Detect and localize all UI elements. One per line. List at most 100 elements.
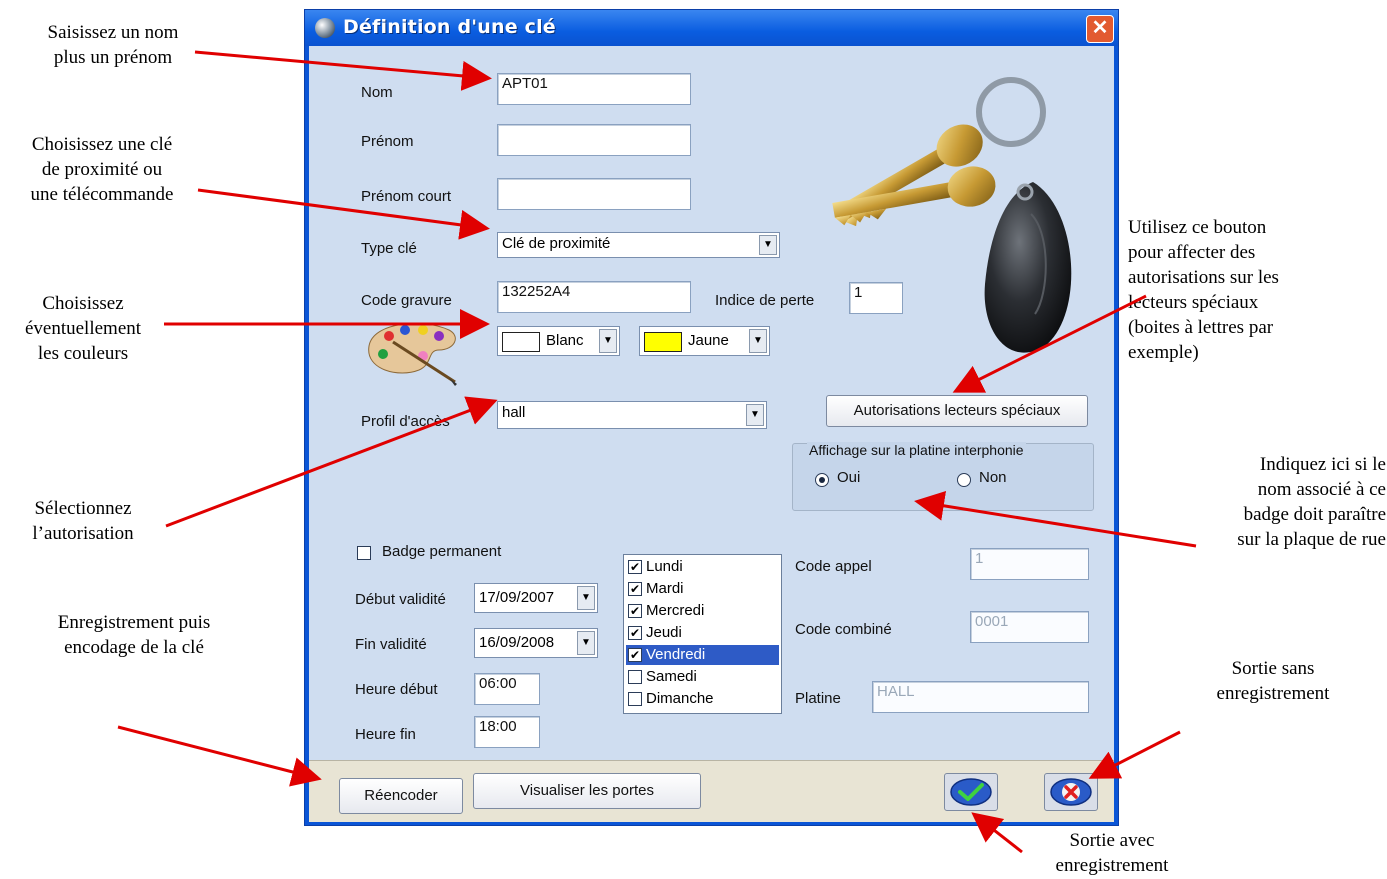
annotation-line: Enregistrement puis [57, 612, 211, 633]
list-item[interactable]: Dimanche [626, 689, 779, 709]
label-nom: Nom [361, 84, 393, 101]
annotation-line: nom associé à ce [1257, 479, 1386, 500]
list-item[interactable]: ✔ Mercredi [626, 601, 779, 621]
label-heure-debut: Heure début [355, 681, 438, 698]
prenom-input[interactable] [497, 124, 691, 156]
annotation-line: une télécommande [30, 184, 174, 205]
window-title: Définition d'une clé [343, 16, 556, 38]
label-heure-fin: Heure fin [355, 726, 416, 743]
arrow-enregistrement [117, 725, 322, 787]
badge-permanent-label[interactable]: Badge permanent [382, 543, 501, 560]
code-combine-input[interactable]: 0001 [970, 611, 1089, 643]
annotation-line: Choisissez [42, 293, 124, 314]
ok-button[interactable] [944, 773, 998, 811]
indice-perte-input[interactable]: 1 [849, 282, 903, 314]
day-checkbox[interactable]: ✔ [628, 626, 642, 640]
label-code-appel: Code appel [795, 558, 872, 575]
debut-validite-value: 17/09/2007 [479, 589, 555, 606]
chevron-down-icon[interactable]: ▼ [577, 586, 595, 610]
chevron-down-icon[interactable]: ▼ [599, 329, 617, 353]
annotation-line: Sortie sans [1231, 658, 1315, 679]
day-checkbox[interactable] [628, 670, 642, 684]
code-gravure-input[interactable]: 132252A4 [497, 281, 691, 313]
label-indice-perte: Indice de perte [715, 292, 815, 309]
chevron-down-icon[interactable]: ▼ [749, 329, 767, 353]
affichage-platine-group: Affichage sur la platine interphonie Oui… [792, 442, 1094, 511]
platine-input[interactable]: HALL [872, 681, 1089, 713]
day-label: Mercredi [646, 602, 705, 619]
heure-fin-input[interactable]: 18:00 [474, 716, 540, 748]
day-label: Dimanche [646, 690, 714, 707]
label-profil-acces: Profil d'accès [361, 413, 450, 430]
nom-input[interactable]: APT01 [497, 73, 691, 105]
annotation-line: l’autorisation [32, 523, 134, 544]
bottom-toolbar: Réencoder Visualiser les portes [309, 760, 1114, 822]
day-checkbox[interactable]: ✔ [628, 560, 642, 574]
annotation-line: lecteurs spéciaux [1128, 292, 1259, 313]
label-prenom-court: Prénom court [361, 188, 452, 205]
day-label: Mardi [646, 580, 684, 597]
radio-non[interactable] [957, 473, 971, 487]
label-code-combine: Code combiné [795, 621, 892, 638]
annotation-line: encodage de la clé [64, 637, 204, 658]
list-item[interactable]: ✔ Lundi [626, 557, 779, 577]
couleur2-value: Jaune [688, 332, 729, 349]
debut-validite-picker[interactable]: 17/09/2007 ▼ [474, 583, 598, 613]
check-icon [950, 778, 992, 806]
day-checkbox[interactable]: ✔ [628, 604, 642, 618]
cancel-icon [1050, 778, 1092, 806]
fin-validite-picker[interactable]: 16/09/2008 ▼ [474, 628, 598, 658]
annotation-sortie-avec: Sortie avec enregistrement [1020, 828, 1204, 878]
day-label: Lundi [646, 558, 683, 575]
chevron-down-icon[interactable]: ▼ [746, 404, 764, 426]
annotation-line: plus un prénom [53, 47, 173, 68]
days-checklist[interactable]: ✔ Lundi ✔ Mardi ✔ Mercredi ✔ Jeudi ✔ Ven… [623, 554, 782, 714]
annotation-line: enregistrement [1055, 855, 1169, 876]
annotation-bouton-speciaux: Utilisez ce bouton pour affecter des aut… [1128, 215, 1386, 365]
label-prenom: Prénom [361, 133, 414, 150]
radio-oui-label[interactable]: Oui [837, 469, 860, 486]
color-swatch [502, 332, 540, 352]
type-cle-select[interactable]: Clé de proximité ▼ [497, 232, 780, 258]
close-button[interactable]: ✕ [1086, 15, 1114, 43]
annotation-line: Sélectionnez [34, 498, 132, 519]
day-label: Jeudi [646, 624, 682, 641]
heure-debut-input[interactable]: 06:00 [474, 673, 540, 705]
affichage-group-title: Affichage sur la platine interphonie [807, 442, 1026, 458]
couleur2-select[interactable]: Jaune ▼ [639, 326, 770, 356]
list-item[interactable]: ✔ Mardi [626, 579, 779, 599]
visualiser-portes-button[interactable]: Visualiser les portes [473, 773, 701, 809]
day-checkbox[interactable]: ✔ [628, 648, 642, 662]
palette-icon [368, 322, 457, 386]
annotation-line: Saisissez un nom [47, 22, 179, 43]
annotation-nom: Saisissez un nom plus un prénom [0, 20, 226, 70]
radio-oui[interactable] [815, 473, 829, 487]
radio-non-label[interactable]: Non [979, 469, 1007, 486]
app-icon [315, 18, 335, 38]
autorisations-speciaux-button[interactable]: Autorisations lecteurs spéciaux [826, 395, 1088, 427]
profil-acces-select[interactable]: hall ▼ [497, 401, 767, 429]
annotation-sortie-sans: Sortie sans enregistrement [1170, 656, 1376, 706]
reencoder-button[interactable]: Réencoder [339, 778, 463, 814]
list-item[interactable]: Samedi [626, 667, 779, 687]
code-appel-input[interactable]: 1 [970, 548, 1089, 580]
day-checkbox[interactable] [628, 692, 642, 706]
day-label: Samedi [646, 668, 697, 685]
color-swatch [644, 332, 682, 352]
annotation-line: sur la plaque de rue [1237, 529, 1386, 550]
badge-permanent-checkbox[interactable] [357, 546, 371, 560]
day-checkbox[interactable]: ✔ [628, 582, 642, 596]
annotation-enregistrement: Enregistrement puis encodage de la clé [0, 610, 268, 660]
title-bar[interactable]: Définition d'une clé ✕ [305, 10, 1118, 46]
cancel-button[interactable] [1044, 773, 1098, 811]
day-label: Vendredi [646, 646, 706, 663]
type-cle-value: Clé de proximité [502, 235, 611, 252]
chevron-down-icon[interactable]: ▼ [759, 235, 777, 255]
list-item[interactable]: ✔ Jeudi [626, 623, 779, 643]
fin-validite-value: 16/09/2008 [479, 634, 555, 651]
prenom-court-input[interactable] [497, 178, 691, 210]
couleur1-select[interactable]: Blanc ▼ [497, 326, 620, 356]
list-item-selected[interactable]: ✔ Vendredi [626, 645, 779, 665]
annotation-line: pour affecter des [1128, 242, 1256, 263]
chevron-down-icon[interactable]: ▼ [577, 631, 595, 655]
